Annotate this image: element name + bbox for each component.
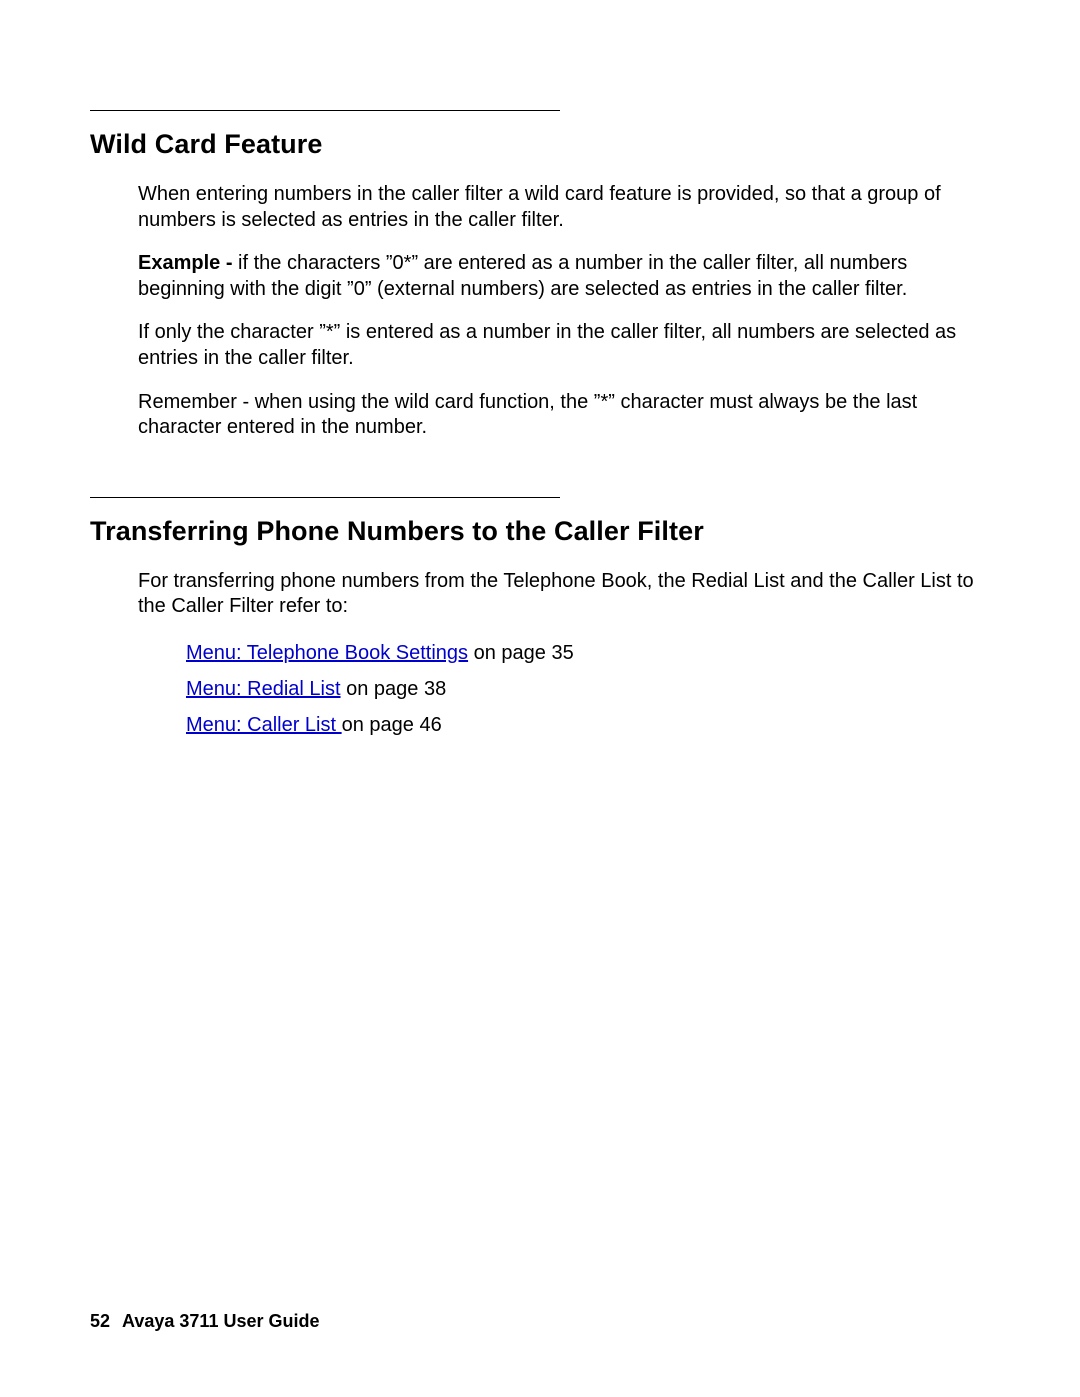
reference-item: Menu: Caller List on page 46 [186, 710, 980, 740]
reference-item: Menu: Redial List on page 38 [186, 674, 980, 704]
heading-transferring-phone-numbers: Transferring Phone Numbers to the Caller… [90, 516, 990, 547]
heading-wild-card-feature: Wild Card Feature [90, 129, 990, 160]
paragraph: If only the character ”*” is entered as … [138, 320, 980, 371]
link-caller-list[interactable]: Menu: Caller List [186, 714, 342, 736]
paragraph: Remember - when using the wild card func… [138, 390, 980, 441]
link-redial-list[interactable]: Menu: Redial List [186, 678, 341, 700]
paragraph: When entering numbers in the caller filt… [138, 182, 980, 233]
reference-suffix: on page 46 [342, 714, 442, 736]
reference-suffix: on page 38 [341, 678, 447, 700]
section-body: For transferring phone numbers from the … [138, 569, 980, 740]
reference-item: Menu: Telephone Book Settings on page 35 [186, 638, 980, 668]
example-label: Example - [138, 252, 238, 274]
section-divider [90, 497, 560, 498]
paragraph-text: if the characters ”0*” are entered as a … [138, 252, 907, 300]
paragraph: For transferring phone numbers from the … [138, 569, 980, 620]
section-body: When entering numbers in the caller filt… [138, 182, 980, 441]
page-number: 52 [90, 1311, 110, 1331]
link-telephone-book-settings[interactable]: Menu: Telephone Book Settings [186, 642, 468, 664]
page-footer: 52 Avaya 3711 User Guide [90, 1311, 320, 1332]
section-divider [90, 110, 560, 111]
reference-list: Menu: Telephone Book Settings on page 35… [186, 638, 980, 740]
document-page: Wild Card Feature When entering numbers … [0, 0, 1080, 1397]
paragraph-example: Example - if the characters ”0*” are ent… [138, 251, 980, 302]
document-title: Avaya 3711 User Guide [122, 1311, 319, 1331]
reference-suffix: on page 35 [468, 642, 574, 664]
